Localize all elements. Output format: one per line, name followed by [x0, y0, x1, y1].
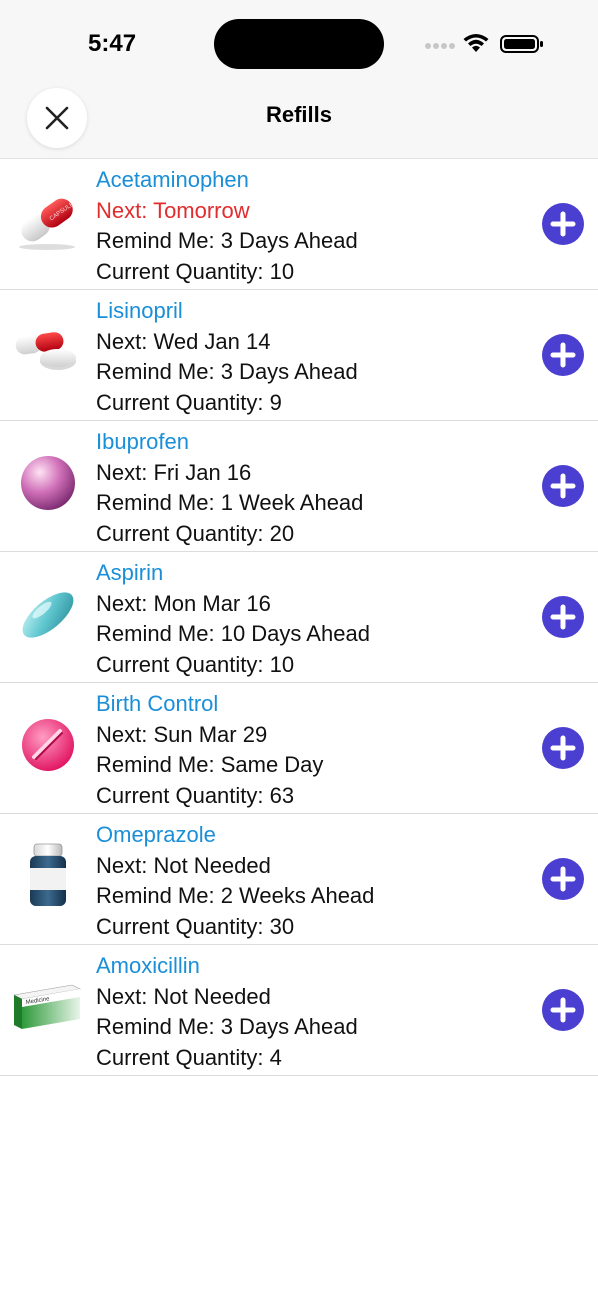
next-refill: Next: Not Needed — [96, 983, 271, 1009]
next-refill: Next: Fri Jan 16 — [96, 459, 252, 485]
oval-pill-icon — [12, 578, 82, 648]
capsule-icon: CAPSULE — [12, 185, 82, 255]
plus-icon — [550, 211, 576, 237]
current-quantity: Current Quantity: 20 — [96, 520, 295, 546]
plus-icon — [550, 997, 576, 1023]
medication-name[interactable]: Omeprazole — [96, 820, 374, 851]
current-quantity: Current Quantity: 63 — [96, 782, 295, 808]
medication-name[interactable]: Ibuprofen — [96, 427, 363, 458]
current-quantity: Current Quantity: 9 — [96, 389, 282, 415]
refill-row[interactable]: Lisinopril Next: Wed Jan 14 Remind Me: 3… — [0, 290, 598, 421]
medication-name[interactable]: Amoxicillin — [96, 951, 358, 982]
remind-setting: Remind Me: 10 Days Ahead — [96, 621, 370, 646]
current-quantity: Current Quantity: 10 — [96, 651, 295, 677]
medication-name[interactable]: Birth Control — [96, 689, 323, 720]
current-quantity: Current Quantity: 10 — [96, 258, 295, 284]
cellular-signal-icon — [425, 43, 455, 49]
remind-setting: Remind Me: 3 Days Ahead — [96, 228, 358, 253]
refills-list: CAPSULE Acetaminophen Next: Tomorrow Rem… — [0, 159, 598, 1076]
plus-icon — [550, 866, 576, 892]
medication-name[interactable]: Aspirin — [96, 558, 370, 589]
next-refill: Next: Mon Mar 16 — [96, 590, 271, 616]
remind-setting: Remind Me: Same Day — [96, 752, 324, 777]
navigation-bar: Refills — [0, 88, 598, 159]
add-refill-button[interactable] — [542, 334, 584, 376]
remind-setting: Remind Me: 1 Week Ahead — [96, 490, 364, 515]
add-refill-button[interactable] — [542, 596, 584, 638]
refill-row[interactable]: Birth Control Next: Sun Mar 29 Remind Me… — [0, 683, 598, 814]
scored-tablet-icon — [12, 709, 82, 779]
plus-icon — [550, 604, 576, 630]
plus-icon — [550, 735, 576, 761]
page-title: Refills — [265, 102, 333, 127]
medication-name[interactable]: Lisinopril — [96, 296, 358, 327]
add-refill-button[interactable] — [542, 989, 584, 1031]
remind-setting: Remind Me: 3 Days Ahead — [96, 1014, 358, 1039]
next-refill: Next: Sun Mar 29 — [96, 721, 268, 747]
status-time: 5:47 — [88, 30, 137, 57]
refill-row[interactable]: CAPSULE Acetaminophen Next: Tomorrow Rem… — [0, 159, 598, 290]
remind-setting: Remind Me: 2 Weeks Ahead — [96, 883, 375, 908]
add-refill-button[interactable] — [542, 858, 584, 900]
current-quantity: Current Quantity: 4 — [96, 1044, 282, 1070]
refill-row[interactable]: Omeprazole Next: Not Needed Remind Me: 2… — [0, 814, 598, 945]
refill-row[interactable]: Aspirin Next: Mon Mar 16 Remind Me: 10 D… — [0, 552, 598, 683]
medication-name[interactable]: Acetaminophen — [96, 165, 358, 196]
add-refill-button[interactable] — [542, 465, 584, 507]
refill-row[interactable]: Ibuprofen Next: Fri Jan 16 Remind Me: 1 … — [0, 421, 598, 552]
wifi-icon — [463, 34, 489, 52]
current-quantity: Current Quantity: 30 — [96, 913, 295, 939]
status-bar: 5:47 — [0, 0, 598, 88]
add-refill-button[interactable] — [542, 727, 584, 769]
add-refill-button[interactable] — [542, 203, 584, 245]
pill-bottle-icon — [12, 840, 82, 910]
next-refill: Next: Not Needed — [96, 852, 271, 878]
plus-icon — [550, 473, 576, 499]
capsule-and-tablet-icon — [12, 316, 82, 386]
battery-icon — [500, 35, 543, 53]
plus-icon — [550, 342, 576, 368]
dynamic-island — [214, 19, 384, 69]
medicine-box-icon: Medicine — [12, 971, 82, 1041]
next-refill: Next: Tomorrow — [96, 197, 250, 223]
refill-row[interactable]: Medicine Amoxicillin Next: Not Needed Re… — [0, 945, 598, 1076]
next-refill: Next: Wed Jan 14 — [96, 328, 271, 354]
round-pill-icon — [12, 447, 82, 517]
remind-setting: Remind Me: 3 Days Ahead — [96, 359, 358, 384]
